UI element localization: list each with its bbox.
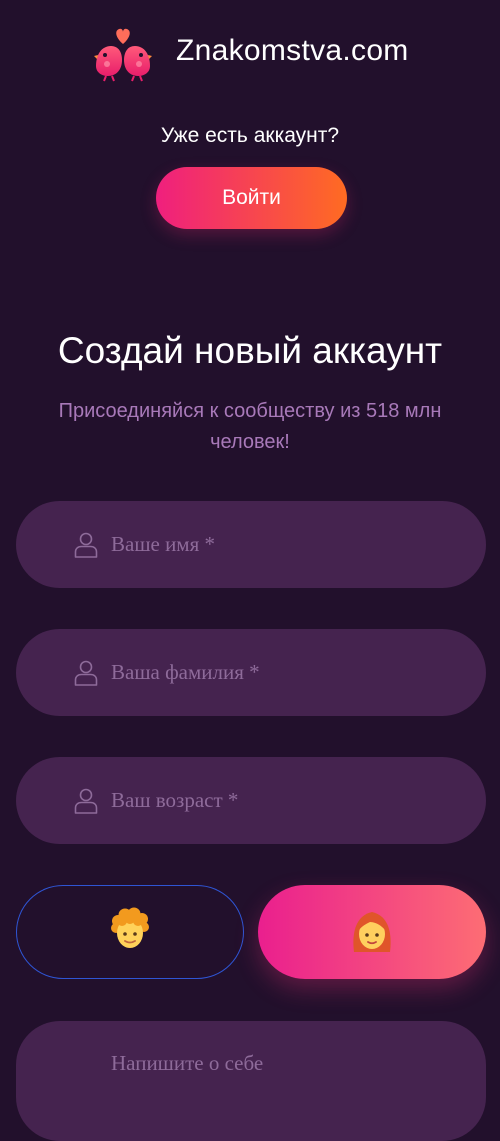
header: Znakomstva.com [0, 22, 500, 82]
about-input[interactable] [111, 1051, 451, 1111]
first-name-field[interactable] [16, 501, 486, 588]
brand-name[interactable]: Znakomstva.com [176, 34, 409, 68]
last-name-field[interactable] [16, 629, 486, 716]
have-account-prompt: Уже есть аккаунт? [160, 124, 340, 147]
gender-male-button[interactable] [16, 885, 244, 979]
lovebirds-logo-icon[interactable] [92, 26, 154, 82]
last-name-input[interactable] [111, 629, 461, 716]
woman-face-icon [348, 906, 396, 959]
page-title: Создай новый аккаунт [57, 330, 443, 371]
login-button[interactable]: Войти [156, 167, 347, 229]
page-subtitle: Присоединяйся к сообществу из 518 млн че… [58, 400, 442, 453]
about-field[interactable] [16, 1021, 486, 1141]
gender-female-button[interactable] [258, 885, 486, 979]
user-icon [74, 660, 98, 686]
first-name-input[interactable] [111, 501, 461, 588]
age-input[interactable] [111, 757, 461, 844]
user-icon [74, 532, 98, 558]
age-field[interactable] [16, 757, 486, 844]
user-icon [74, 788, 98, 814]
man-face-icon [108, 907, 152, 958]
